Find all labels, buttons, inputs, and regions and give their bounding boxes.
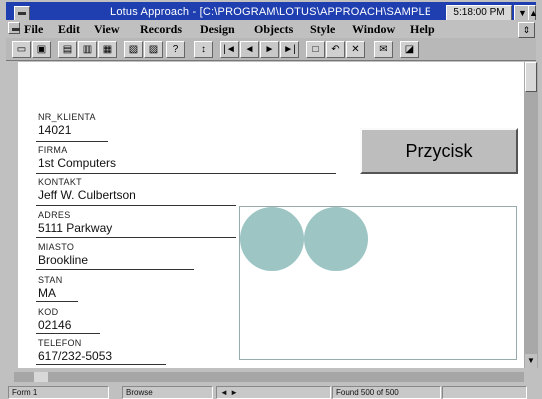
field-value-firma[interactable]: 1st Computers <box>38 156 116 170</box>
field-value-kod[interactable]: 02146 <box>38 318 71 332</box>
preview-icon[interactable]: ▥ <box>78 41 97 58</box>
previous-record-icon[interactable]: ◄ <box>240 41 259 58</box>
status-found-count: Found 500 of 500 <box>332 386 441 399</box>
help-icon[interactable]: ◪ <box>400 41 419 58</box>
field-label-firma: FIRMA <box>38 145 68 155</box>
mail-icon[interactable]: ✉ <box>374 41 393 58</box>
status-navigation[interactable]: ◄ ► <box>216 386 331 399</box>
toolbar: ▭ ▣ ▤ ▥ ▦ ▧ ▨ ? ↕ |◄ ◄ ► ►| □ ↶ ✕ ✉ ◪ <box>6 38 536 61</box>
sort-icon[interactable]: ↕ <box>194 41 213 58</box>
przycisk-button[interactable]: Przycisk <box>360 128 518 174</box>
browse-icon[interactable]: ▧ <box>124 41 143 58</box>
field-underline <box>36 269 194 270</box>
field-underline <box>36 141 108 142</box>
document-menu-icon[interactable] <box>8 22 20 34</box>
field-value-miasto[interactable]: Brookline <box>38 253 88 267</box>
table-icon[interactable]: ▦ <box>98 41 117 58</box>
vertical-scrollbar[interactable]: ▼ <box>524 62 538 368</box>
status-extra <box>442 386 527 399</box>
field-underline <box>36 237 236 238</box>
field-label-telefon: TELEFON <box>38 338 82 348</box>
new-record-icon[interactable]: □ <box>306 41 325 58</box>
menu-bar: File Edit View Records Design Objects St… <box>6 20 536 38</box>
chart-icon[interactable]: ▨ <box>144 41 163 58</box>
field-underline <box>36 333 100 334</box>
field-underline <box>36 301 78 302</box>
field-value-telefon[interactable]: 617/232-5053 <box>38 349 112 363</box>
status-form-name[interactable]: Form 1 <box>8 386 109 399</box>
menu-design[interactable]: Design <box>200 22 235 37</box>
field-label-stan: STAN <box>38 275 63 285</box>
system-menu-icon[interactable] <box>14 6 30 21</box>
menu-window[interactable]: Window <box>352 22 395 37</box>
field-label-kontakt: KONTAKT <box>38 177 82 187</box>
app-window: Lotus Approach - [C:\PROGRAM\LOTUS\APPRO… <box>0 0 542 399</box>
horizontal-scroll-thumb[interactable] <box>34 372 48 382</box>
menu-help[interactable]: Help <box>410 22 435 37</box>
field-label-adres: ADRES <box>38 210 71 220</box>
next-record-icon[interactable]: ► <box>260 41 279 58</box>
menu-style[interactable]: Style <box>310 22 335 37</box>
horizontal-scrollbar[interactable] <box>14 372 524 382</box>
menu-view[interactable]: View <box>94 22 120 37</box>
title-bar: Lotus Approach - [C:\PROGRAM\LOTUS\APPRO… <box>6 2 538 21</box>
open-file-icon[interactable]: ▭ <box>12 41 31 58</box>
field-underline <box>36 364 166 365</box>
undo-icon[interactable]: ↶ <box>326 41 345 58</box>
circle-shape-right <box>304 207 368 271</box>
field-label-kod: KOD <box>38 307 59 317</box>
field-value-stan[interactable]: MA <box>38 286 56 300</box>
field-value-adres[interactable]: 5111 Parkway <box>38 221 112 235</box>
first-record-icon[interactable]: |◄ <box>220 41 239 58</box>
field-label-nr-klienta: NR_KLIENTA <box>38 112 96 122</box>
window-title: Lotus Approach - [C:\PROGRAM\LOTUS\APPRO… <box>110 6 430 18</box>
clock-display: 5:18:00 PM <box>446 5 512 21</box>
last-record-icon[interactable]: ►| <box>280 41 299 58</box>
restore-icon[interactable]: ⇕ <box>518 22 535 38</box>
field-value-nr-klienta[interactable]: 14021 <box>38 123 71 137</box>
circle-shape-left <box>240 207 304 271</box>
vertical-scroll-thumb[interactable] <box>525 62 537 92</box>
menu-records[interactable]: Records <box>140 22 182 37</box>
menu-objects[interactable]: Objects <box>254 22 293 37</box>
menu-file[interactable]: File <box>24 22 43 37</box>
field-underline <box>36 173 336 174</box>
delete-record-icon[interactable]: ✕ <box>346 41 365 58</box>
maximize-icon[interactable]: ▲ <box>528 5 538 21</box>
status-mode[interactable]: Browse <box>122 386 213 399</box>
print-icon[interactable]: ▤ <box>58 41 77 58</box>
find-icon[interactable]: ? <box>166 41 185 58</box>
scroll-down-arrow-icon[interactable]: ▼ <box>525 354 537 368</box>
menu-edit[interactable]: Edit <box>58 22 80 37</box>
field-value-kontakt[interactable]: Jeff W. Culbertson <box>38 188 136 202</box>
field-underline <box>36 205 236 206</box>
picture-field[interactable] <box>239 206 517 360</box>
save-icon[interactable]: ▣ <box>32 41 51 58</box>
field-label-miasto: MIASTO <box>38 242 75 252</box>
